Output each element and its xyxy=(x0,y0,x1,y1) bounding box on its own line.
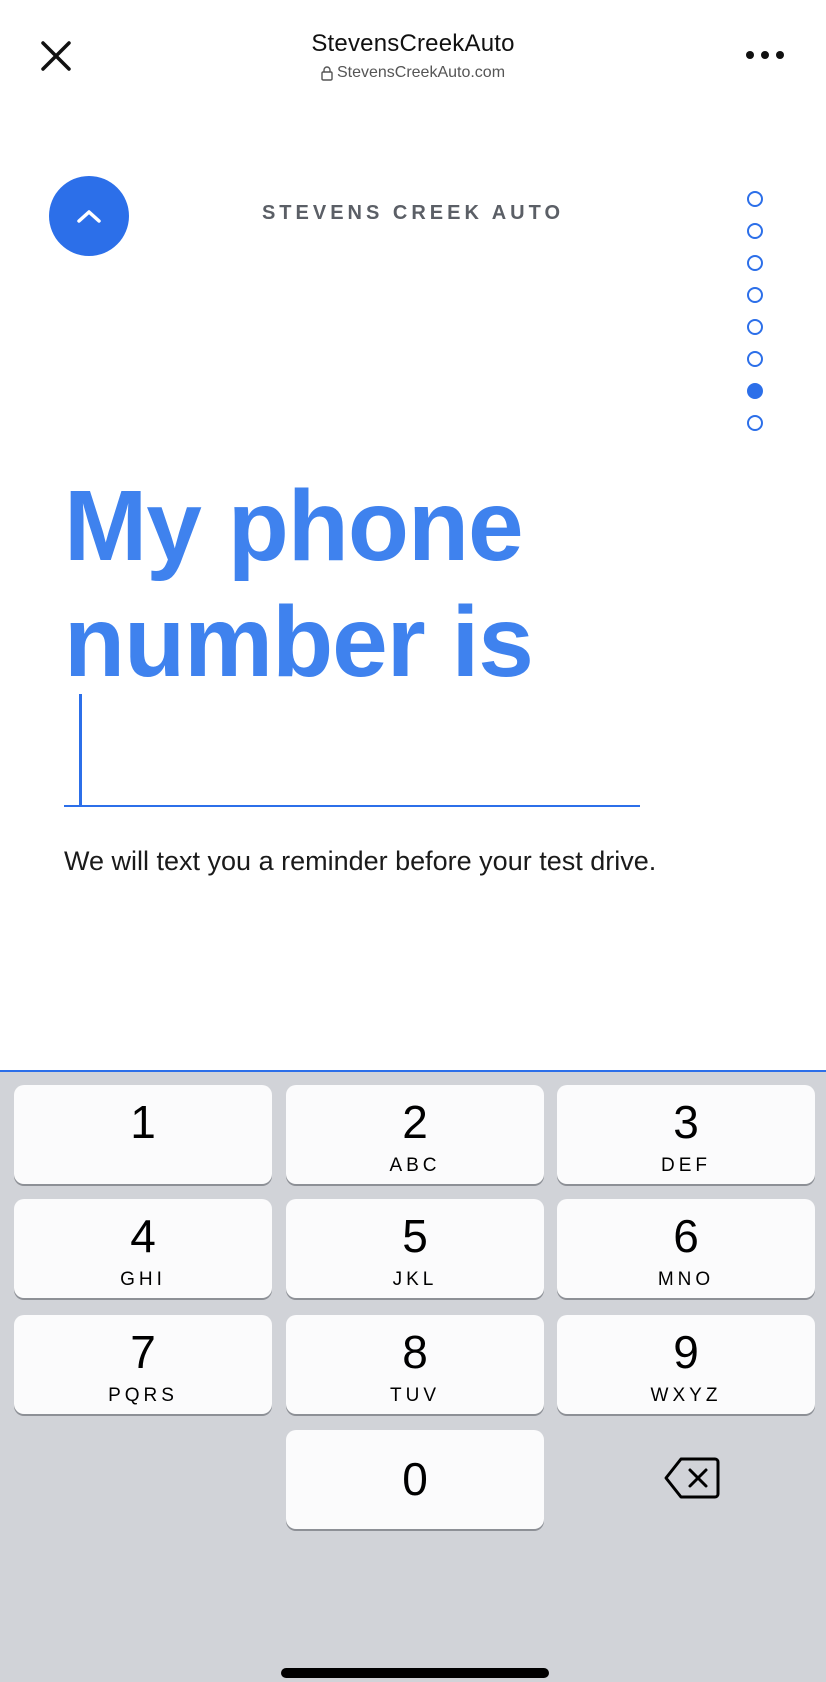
key-letters: JKL xyxy=(392,1269,438,1290)
progress-dot[interactable] xyxy=(747,255,763,271)
key-number: 0 xyxy=(402,1453,428,1505)
progress-dot[interactable] xyxy=(747,319,763,335)
site-url-row: StevensCreekAuto.com xyxy=(321,64,505,82)
more-icon xyxy=(746,51,784,59)
site-title: StevensCreekAuto xyxy=(311,30,515,57)
progress-dot[interactable] xyxy=(747,191,763,207)
key-1[interactable]: 1 xyxy=(14,1085,272,1184)
home-indicator[interactable] xyxy=(281,1668,549,1678)
progress-dot[interactable] xyxy=(747,223,763,239)
key-letters: WXYZ xyxy=(650,1385,722,1406)
key-number: 4 xyxy=(130,1210,156,1262)
browser-header: StevensCreekAuto StevensCreekAuto.com xyxy=(0,0,826,110)
key-number: 8 xyxy=(402,1326,428,1378)
key-9[interactable]: 9 WXYZ xyxy=(557,1315,815,1414)
phone-number-input[interactable] xyxy=(64,692,640,807)
progress-dot[interactable] xyxy=(747,415,763,431)
key-letters: DEF xyxy=(661,1155,711,1176)
key-letters: PQRS xyxy=(108,1385,178,1406)
progress-indicator xyxy=(747,191,767,447)
key-number: 1 xyxy=(130,1096,156,1148)
key-letters: GHI xyxy=(120,1269,166,1290)
key-0[interactable]: 0 xyxy=(286,1430,544,1529)
progress-dot-current[interactable] xyxy=(747,383,763,399)
key-2[interactable]: 2 ABC xyxy=(286,1085,544,1184)
helper-text: We will text you a reminder before your … xyxy=(64,846,657,876)
key-number: 5 xyxy=(402,1210,428,1262)
key-number: 6 xyxy=(673,1210,699,1262)
backspace-icon xyxy=(664,1457,720,1499)
key-letters: ABC xyxy=(389,1155,441,1176)
lock-icon xyxy=(321,65,333,81)
progress-dot[interactable] xyxy=(747,351,763,367)
key-number: 7 xyxy=(130,1326,156,1378)
key-7[interactable]: 7 PQRS xyxy=(14,1315,272,1414)
question-heading: My phone number is xyxy=(64,470,534,698)
key-number: 3 xyxy=(673,1096,699,1148)
key-letters: TUV xyxy=(390,1385,440,1406)
key-number: 9 xyxy=(673,1326,699,1378)
key-3[interactable]: 3 DEF xyxy=(557,1085,815,1184)
text-caret xyxy=(79,694,82,806)
key-5[interactable]: 5 JKL xyxy=(286,1199,544,1298)
brand-name: STEVENS CREEK AUTO xyxy=(261,202,565,224)
key-letters: MNO xyxy=(657,1269,715,1290)
site-url: StevensCreekAuto.com xyxy=(336,64,506,81)
key-4[interactable]: 4 GHI xyxy=(14,1199,272,1298)
browser-title-block: StevensCreekAuto StevensCreekAuto.com xyxy=(0,30,826,86)
progress-dot[interactable] xyxy=(747,287,763,303)
key-8[interactable]: 8 TUV xyxy=(286,1315,544,1414)
backspace-button[interactable] xyxy=(663,1455,721,1501)
key-6[interactable]: 6 MNO xyxy=(557,1199,815,1298)
more-options-button[interactable] xyxy=(740,40,790,70)
key-number: 2 xyxy=(402,1096,428,1148)
